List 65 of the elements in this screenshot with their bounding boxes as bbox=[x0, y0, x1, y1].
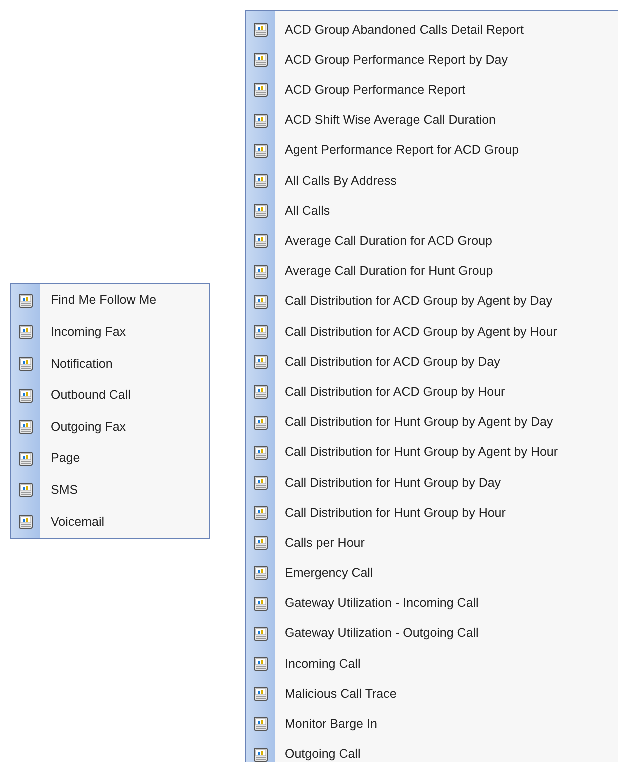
report-icon bbox=[254, 114, 268, 128]
report-icon bbox=[254, 204, 268, 218]
menu-item[interactable]: Average Call Duration for Hunt Group bbox=[285, 262, 494, 281]
report-icon bbox=[254, 687, 268, 702]
menu-item[interactable]: All Calls bbox=[285, 202, 330, 221]
menu-item[interactable]: SMS bbox=[51, 480, 78, 500]
report-icon bbox=[254, 385, 268, 400]
report-icon bbox=[19, 420, 33, 434]
menu-item[interactable]: Incoming Call bbox=[285, 654, 361, 674]
menu-item[interactable]: Call Distribution for ACD Group by Agent by Hour bbox=[285, 322, 558, 342]
menu-item[interactable]: Call Distribution for ACD Group by Day bbox=[285, 352, 500, 372]
report-icon bbox=[254, 294, 268, 309]
menu-item[interactable]: Find Me Follow Me bbox=[51, 291, 157, 310]
menu-item[interactable]: Gateway Utilization - Incoming Call bbox=[285, 594, 479, 614]
menu-item[interactable]: Average Call Duration for ACD Group bbox=[285, 232, 493, 251]
report-icon bbox=[254, 355, 268, 370]
menu-item[interactable]: Call Distribution for Hunt Group by Agent by Hour bbox=[285, 443, 558, 462]
menu-item[interactable]: Malicious Call Trace bbox=[285, 684, 397, 704]
menu-item[interactable]: Call Distribution for Hunt Group by Agent by Day bbox=[285, 413, 554, 432]
menu-item[interactable]: Emergency Call bbox=[285, 564, 374, 583]
menu-item[interactable]: Call Distribution for ACD Group by Hour bbox=[285, 382, 506, 402]
menu-item[interactable]: Outgoing Call bbox=[285, 745, 361, 762]
report-icon bbox=[19, 452, 33, 466]
menu-item[interactable]: All Calls By Address bbox=[285, 172, 397, 190]
menu-item[interactable]: Call Distribution for ACD Group by Agent by Day bbox=[285, 292, 552, 312]
menu-item[interactable]: Call Distribution for Hunt Group by Day bbox=[285, 474, 502, 492]
report-icon bbox=[254, 416, 268, 430]
report-icon bbox=[19, 294, 33, 308]
report-icon bbox=[254, 476, 268, 490]
report-icon bbox=[254, 536, 268, 550]
report-icon bbox=[254, 596, 268, 611]
report-icon bbox=[254, 446, 268, 460]
report-icon bbox=[19, 483, 33, 498]
report-icon bbox=[254, 23, 268, 38]
menu-item[interactable]: ACD Shift Wise Average Call Duration bbox=[285, 111, 496, 130]
menu-item[interactable]: Monitor Barge In bbox=[285, 715, 378, 734]
menu-item[interactable]: Page bbox=[51, 449, 80, 468]
report-icon bbox=[254, 234, 268, 248]
report-icon bbox=[254, 83, 268, 98]
menu-item[interactable]: Call Distribution for Hunt Group by Hour bbox=[285, 504, 506, 522]
menu-item[interactable]: Calls per Hour bbox=[285, 534, 365, 553]
report-icon bbox=[254, 506, 268, 520]
menu-item[interactable]: Notification bbox=[51, 354, 113, 374]
report-icon bbox=[254, 717, 268, 732]
menu-item[interactable]: ACD Group Performance Report by Day bbox=[285, 50, 508, 70]
menu-item[interactable]: Incoming Fax bbox=[51, 323, 126, 342]
report-icon bbox=[254, 144, 268, 158]
menu-item[interactable]: ACD Group Performance Report bbox=[285, 81, 466, 100]
report-icon bbox=[19, 325, 33, 340]
menu-item[interactable]: Outbound Call bbox=[51, 386, 131, 405]
report-icon bbox=[254, 626, 268, 641]
menu-item[interactable]: Gateway Utilization - Outgoing Call bbox=[285, 624, 479, 644]
report-icon bbox=[254, 174, 268, 188]
report-icon bbox=[254, 53, 268, 68]
menu-item[interactable]: ACD Group Abandoned Calls Detail Report bbox=[285, 20, 524, 40]
menu-item[interactable]: Agent Performance Report for ACD Group bbox=[285, 141, 520, 160]
menu-item[interactable]: Outgoing Fax bbox=[51, 418, 126, 437]
menu-item[interactable]: Voicemail bbox=[51, 512, 104, 532]
report-icon bbox=[19, 388, 33, 403]
report-icon bbox=[254, 324, 268, 339]
report-icon bbox=[254, 264, 268, 279]
report-icon bbox=[19, 514, 33, 529]
report-icon bbox=[254, 657, 268, 672]
report-icon bbox=[19, 356, 33, 371]
report-icon bbox=[254, 566, 268, 580]
